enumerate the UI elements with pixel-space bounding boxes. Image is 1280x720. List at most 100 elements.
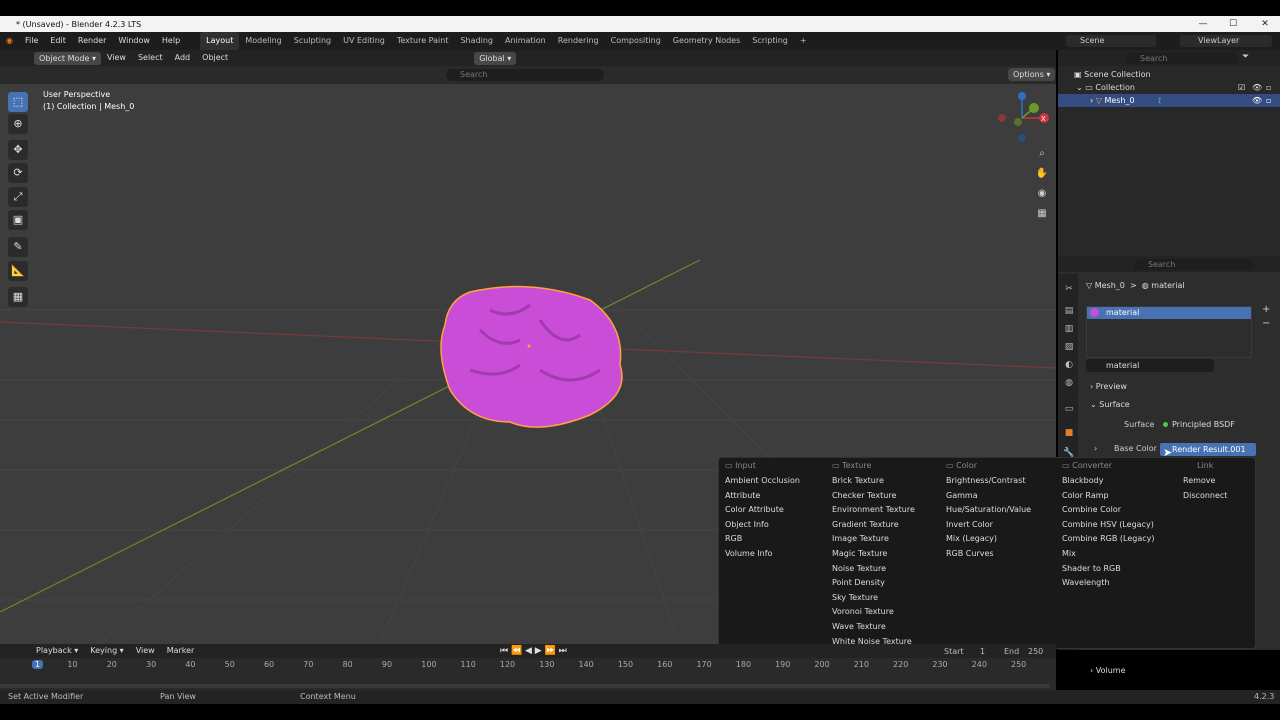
menu-item-ambient-occlusion[interactable]: Ambient Occlusion (719, 474, 825, 489)
viewport-menu-view[interactable]: View (101, 50, 132, 67)
end-frame-value[interactable]: 250 (1028, 647, 1043, 656)
menu-edit[interactable]: Edit (44, 32, 72, 50)
camera-view-icon[interactable]: ◉ (1034, 186, 1050, 202)
menu-item-mix[interactable]: Mix (1056, 547, 1176, 562)
playback-controls[interactable]: ⏮ ⏪ ◀ ▶ ⏩ ⏭ (500, 646, 567, 656)
preview-panel-header[interactable]: › Preview (1090, 382, 1127, 391)
tab-modeling[interactable]: Modeling (239, 32, 287, 50)
timeline-scrollbar[interactable] (0, 684, 1050, 688)
camera-restrict-icon[interactable]: ▫ (1266, 94, 1271, 107)
menu-file[interactable]: File (19, 32, 44, 50)
menu-item-environment-texture[interactable]: Environment Texture (826, 503, 940, 518)
viewport-menu-object[interactable]: Object (196, 50, 234, 67)
scene-tab-icon[interactable]: ◐ (1062, 358, 1076, 372)
ortho-grid-icon[interactable]: ▦ (1034, 206, 1050, 222)
annotate-tool-icon[interactable]: ✎ (8, 237, 28, 257)
view-layer-tab-icon[interactable]: ▨ (1062, 340, 1076, 354)
menu-item-color-attribute[interactable]: Color Attribute (719, 503, 825, 518)
menu-item-volume-info[interactable]: Volume Info (719, 547, 825, 562)
menu-item-image-texture[interactable]: Image Texture (826, 532, 940, 547)
tab-rendering[interactable]: Rendering (552, 32, 605, 50)
object-tab-icon[interactable]: ■ (1062, 426, 1076, 440)
filter-icon[interactable]: ⏷ (1242, 52, 1249, 62)
menu-item-color-ramp[interactable]: Color Ramp (1056, 489, 1176, 504)
menu-item-wave-texture[interactable]: Wave Texture (826, 620, 940, 635)
menu-item-sky-texture[interactable]: Sky Texture (826, 591, 940, 606)
camera-restrict-icon[interactable]: ▫ (1266, 81, 1271, 94)
menu-item-checker-texture[interactable]: Checker Texture (826, 489, 940, 504)
base-color-link-field[interactable]: Render Result.001 (1160, 443, 1256, 456)
render-tab-icon[interactable]: ▤ (1062, 304, 1076, 318)
tab-texture-paint[interactable]: Texture Paint (391, 32, 455, 50)
tab-scripting[interactable]: Scripting (746, 32, 794, 50)
menu-item-rgb-curves[interactable]: RGB Curves (940, 547, 1056, 562)
view-layer-selector[interactable]: ViewLayer (1180, 35, 1272, 47)
volume-panel-header[interactable]: › Volume (1090, 666, 1126, 675)
eye-icon[interactable]: 👁 (1252, 81, 1262, 94)
menu-help[interactable]: Help (156, 32, 186, 50)
menu-item-shader-to-rgb[interactable]: Shader to RGB (1056, 562, 1176, 577)
tab-geometry-nodes[interactable]: Geometry Nodes (667, 32, 746, 50)
material-name-field[interactable]: material (1086, 359, 1214, 372)
pan-hand-icon[interactable]: ✋ (1034, 166, 1050, 182)
surface-panel-header[interactable]: ⌄ Surface (1090, 400, 1130, 409)
menu-item-disconnect[interactable]: Disconnect (1177, 489, 1255, 504)
properties-search[interactable]: Search (1134, 259, 1254, 270)
menu-item-object-info[interactable]: Object Info (719, 518, 825, 533)
cursor-tool-icon[interactable]: ⊕ (8, 114, 28, 134)
world-tab-icon[interactable]: ◍ (1062, 376, 1076, 390)
menu-item-brick-texture[interactable]: Brick Texture (826, 474, 940, 489)
tab-animation[interactable]: Animation (499, 32, 552, 50)
blender-logo-icon[interactable]: ◉ (0, 32, 19, 50)
menu-render[interactable]: Render (72, 32, 112, 50)
visibility-checkbox[interactable]: ☑ (1238, 81, 1245, 94)
outliner-search[interactable]: Search (1126, 53, 1238, 64)
remove-slot-button[interactable]: − (1262, 318, 1270, 329)
add-cube-tool-icon[interactable]: ▦ (8, 287, 28, 307)
maximize-button[interactable]: ☐ (1218, 16, 1248, 32)
rotate-tool-icon[interactable]: ⟳ (8, 163, 28, 183)
menu-item-combine-color[interactable]: Combine Color (1056, 503, 1176, 518)
viewport-search[interactable]: Search (446, 69, 604, 81)
menu-item-rgb[interactable]: RGB (719, 532, 825, 547)
menu-item-combine-hsv-legacy[interactable]: Combine HSV (Legacy) (1056, 518, 1176, 533)
menu-item-combine-rgb-legacy[interactable]: Combine RGB (Legacy) (1056, 532, 1176, 547)
add-workspace-button[interactable]: + (794, 32, 813, 50)
move-tool-icon[interactable]: ✥ (8, 140, 28, 160)
tab-compositing[interactable]: Compositing (605, 32, 667, 50)
scale-tool-icon[interactable]: ⤢ (8, 187, 28, 207)
tool-tab-icon[interactable]: ✂ (1062, 282, 1076, 296)
menu-item-point-density[interactable]: Point Density (826, 576, 940, 591)
scene-selector[interactable]: Scene (1066, 35, 1156, 47)
options-dropdown[interactable]: Options ▾ (1008, 68, 1056, 81)
menu-item-remove[interactable]: Remove (1177, 474, 1255, 489)
outliner-collection[interactable]: ⌄ ▭ Collection ☑ 👁 ▫ (1058, 81, 1280, 94)
menu-item-noise-texture[interactable]: Noise Texture (826, 562, 940, 577)
close-button[interactable]: ✕ (1250, 16, 1280, 32)
base-color-expand[interactable]: › (1094, 444, 1097, 453)
menu-item-invert-color[interactable]: Invert Color (940, 518, 1056, 533)
outliner-object-mesh[interactable]: › ▽ Mesh_0 ⟟ 👁 ▫ (1058, 94, 1280, 107)
menu-item-magic-texture[interactable]: Magic Texture (826, 547, 940, 562)
expand-arrow-icon[interactable]: ⌄ (1076, 83, 1083, 92)
object-mode-dropdown[interactable]: Object Mode ▾ (34, 51, 101, 65)
outliner-scene-collection[interactable]: ▣ Scene Collection (1058, 68, 1280, 81)
tab-uv-editing[interactable]: UV Editing (337, 32, 391, 50)
zoom-icon[interactable]: ⌕ (1034, 146, 1050, 162)
minimize-button[interactable]: — (1188, 16, 1218, 32)
select-box-tool-icon[interactable]: ⬚ (8, 92, 28, 112)
transform-orientation-dropdown[interactable]: Global ▾ (474, 51, 517, 65)
timeline-ruler[interactable]: 1 10 20 30 40 50 60 70 80 90 100 110 120 130 140 150 160… (0, 658, 1056, 674)
menu-window[interactable]: Window (112, 32, 156, 50)
menu-item-gamma[interactable]: Gamma (940, 489, 1056, 504)
collection-tab-icon[interactable]: ▭ (1062, 402, 1076, 416)
eye-icon[interactable]: 👁 (1252, 94, 1262, 107)
menu-item-hue-saturation-value[interactable]: Hue/Saturation/Value (940, 503, 1056, 518)
tab-sculpting[interactable]: Sculpting (288, 32, 337, 50)
menu-item-mix-legacy[interactable]: Mix (Legacy) (940, 532, 1056, 547)
tab-layout[interactable]: Layout (200, 32, 240, 50)
menu-item-blackbody[interactable]: Blackbody (1056, 474, 1176, 489)
navigation-gizmo[interactable]: X (998, 88, 1054, 144)
add-slot-button[interactable]: + (1262, 304, 1270, 315)
menu-item-attribute[interactable]: Attribute (719, 489, 825, 504)
